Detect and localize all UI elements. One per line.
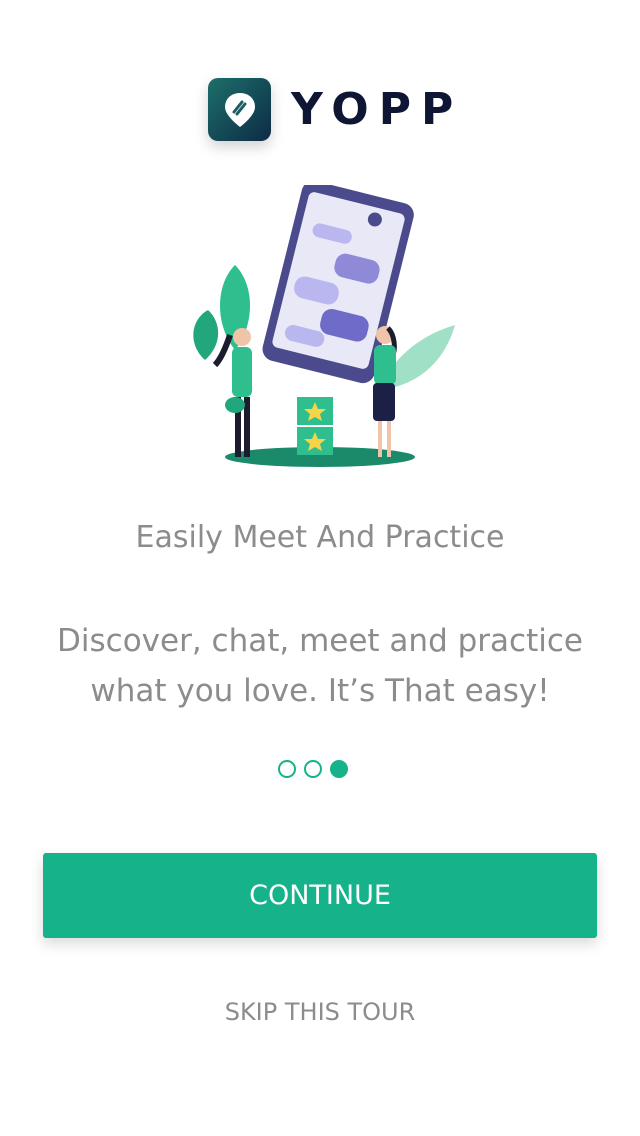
onboarding-description: Discover, chat, meet and practice what y… — [57, 623, 583, 709]
skip-tour-link[interactable]: SKIP THIS TOUR — [0, 998, 640, 1026]
location-pin-icon — [208, 78, 271, 141]
onboarding-headline: Easily Meet And Practice — [135, 520, 505, 555]
page-dot — [304, 760, 322, 778]
page-dot-active — [330, 760, 348, 778]
continue-button[interactable]: CONTINUE — [43, 853, 597, 938]
page-indicator — [278, 760, 348, 778]
brand-name: YOPP — [291, 84, 464, 135]
people-chatting-on-phone-illustration — [180, 180, 460, 475]
app-logo: YOPP — [208, 78, 463, 141]
page-dot — [278, 760, 296, 778]
